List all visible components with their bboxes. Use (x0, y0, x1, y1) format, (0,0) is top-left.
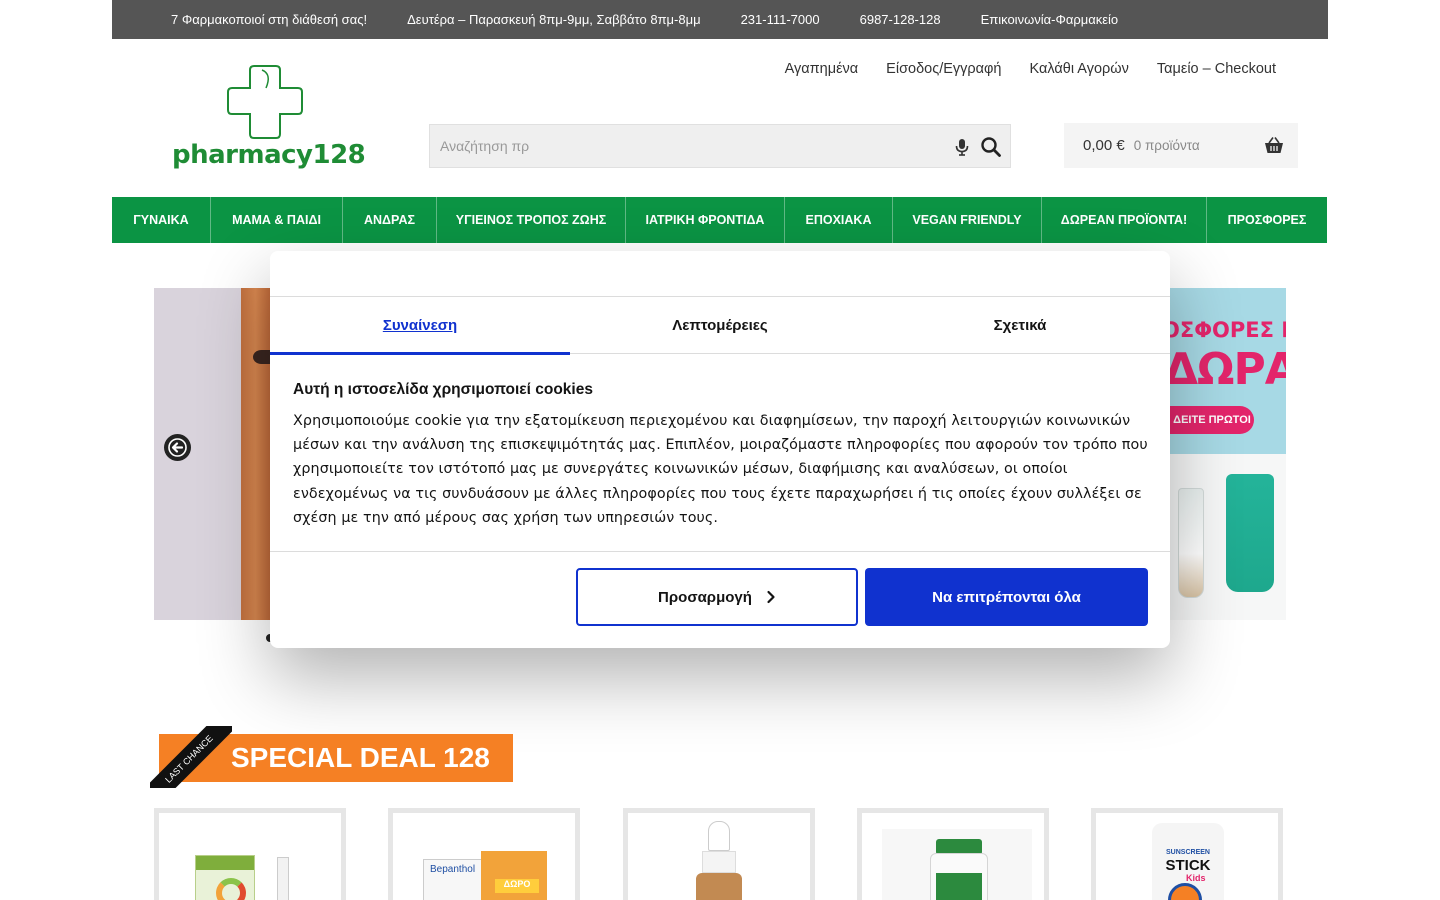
arrow-left-icon (168, 438, 187, 457)
product-label-line-1: SUNSCREEN (1166, 849, 1210, 856)
dropper-bulb (708, 821, 730, 851)
gift-badge: ΔΩΡΟ (495, 879, 539, 893)
opening-hours: Δευτέρα – Παρασκευή 8πμ-9μμ, Σαββάτο 8πμ… (407, 12, 701, 27)
cross-logo-icon (227, 65, 303, 139)
category-nav: ΓΥΝΑΙΚΑ ΜΑΜΑ & ΠΑΙΔΙ ΑΝΔΡΑΣ ΥΓΙΕΙΝΟΣ ΤΡΟ… (112, 197, 1327, 243)
dropper-neck (702, 851, 736, 873)
cart-amount: 0,00 € (1083, 137, 1125, 154)
nav-item-healthy-lifestyle[interactable]: ΥΓΙΕΙΝΟΣ ΤΡΟΠΟΣ ΖΩΗΣ (437, 197, 626, 243)
product-image (882, 829, 1032, 900)
product-image: Bepanthol ΔΩΡΟ (423, 851, 549, 900)
promo-see-first-button[interactable]: ΔΕΙΤΕ ΠΡΩΤΟΙ (1170, 406, 1254, 434)
chevron-right-icon (767, 590, 775, 604)
microphone-icon[interactable] (952, 137, 972, 157)
login-link[interactable]: Είσοδος/Εγγραφή (886, 61, 1001, 77)
product-card[interactable] (857, 808, 1049, 900)
logo-text: pharmacy128 (172, 140, 366, 170)
account-nav: Αγαπημένα Είσοδος/Εγγραφή Καλάθι Αγορών … (785, 61, 1276, 77)
product-box-header (196, 856, 254, 870)
jar-label (936, 873, 982, 900)
contact-link[interactable]: Επικοινωνία-Φαρμακείο (981, 12, 1119, 27)
promo-banner-gifts[interactable]: ΟΣΦΟΡΕΣ ΜΕ ΔΩΡΑ! ΔΕΙΤΕ ΠΡΩΤΟΙ (1170, 288, 1286, 454)
hero-slide-image (241, 288, 270, 620)
serum-bottle (696, 873, 742, 900)
nav-item-men[interactable]: ΑΝΔΡΑΣ (343, 197, 437, 243)
nav-item-women[interactable]: ΓΥΝΑΙΚΑ (112, 197, 211, 243)
search-bar (429, 124, 1011, 168)
product-brand: Bepanthol (430, 864, 476, 875)
product-image (696, 821, 742, 900)
product-card[interactable]: SUNSCREEN STICK Kids (1091, 808, 1283, 900)
spray-bottle-image (277, 857, 289, 900)
nav-item-offers[interactable]: ΠΡΟΣΦΟΡΕΣ (1207, 197, 1327, 243)
nav-item-medical-care[interactable]: ΙΑΤΡΙΚΗ ΦΡΟΝΤΙΔΑ (626, 197, 785, 243)
customize-button[interactable]: Προσαρμογή (576, 568, 858, 626)
pharmacists-info: 7 Φαρμακοποιοί στη διάθεσή σας! (171, 12, 368, 27)
tab-details[interactable]: Λεπτομέρειες (570, 297, 870, 354)
nav-item-vegan-friendly[interactable]: VEGAN FRIENDLY (893, 197, 1042, 243)
phone-link-2[interactable]: 6987-128-128 (860, 12, 941, 27)
nav-item-free-products[interactable]: ΔΩΡΕΑΝ ΠΡΟΪΟΝΤΑ! (1042, 197, 1207, 243)
hero-slide-eye (253, 350, 270, 364)
search-icon[interactable] (980, 136, 1002, 158)
product-tube-image (1226, 474, 1274, 592)
product-label-line-2: STICK (1165, 857, 1211, 874)
promo-line-1: ΟΣΦΟΡΕΣ ΜΕ (1170, 318, 1286, 342)
favorites-link[interactable]: Αγαπημένα (785, 61, 859, 77)
allow-all-button[interactable]: Να επιτρέπονται όλα (865, 568, 1148, 626)
mini-cart[interactable]: 0,00 € 0 προϊόντα (1064, 123, 1298, 168)
divider (270, 551, 1170, 552)
site-logo[interactable]: pharmacy128 (172, 64, 366, 174)
consent-tabs: Συναίνεση Λεπτομέρειες Σχετικά (270, 297, 1170, 355)
nav-item-mother-child[interactable]: ΜΑΜΑ & ΠΑΙΔΙ (211, 197, 343, 243)
cart-link[interactable]: Καλάθι Αγορών (1030, 61, 1129, 77)
consent-text: Χρησιμοποιούμε cookie για την εξατομίκευ… (293, 413, 1148, 526)
product-card[interactable]: Bepanthol ΔΩΡΟ (388, 808, 580, 900)
special-deal-title: SPECIAL DEAL 128 (231, 742, 490, 773)
search-input[interactable] (440, 138, 920, 154)
cookie-consent-dialog: Συναίνεση Λεπτομέρειες Σχετικά Αυτή η ισ… (270, 251, 1170, 648)
customize-label: Προσαρμογή (658, 588, 752, 606)
nav-item-seasonal[interactable]: ΕΠΟΧΙΑΚΑ (785, 197, 893, 243)
slider-prev-button[interactable] (164, 434, 191, 461)
last-chance-label: LAST CHANCE (150, 726, 232, 788)
product-card[interactable] (154, 808, 346, 900)
tab-consent[interactable]: Συναίνεση (270, 297, 570, 355)
checkout-link[interactable]: Ταμείο – Checkout (1157, 61, 1276, 77)
phone-link-1[interactable]: 231-111-7000 (741, 12, 820, 27)
product-label-line-3: Kids (1186, 873, 1206, 883)
last-chance-ribbon: LAST CHANCE (150, 726, 232, 788)
product-image (195, 855, 255, 900)
cart-count: 0 προϊόντα (1133, 138, 1200, 153)
product-image: SUNSCREEN STICK Kids (1152, 823, 1224, 900)
mascot-graphic (1168, 883, 1202, 900)
product-graphic (216, 878, 246, 900)
basket-icon (1265, 137, 1283, 153)
product-card[interactable] (623, 808, 815, 900)
promo-line-2: ΔΩΡΑ! (1170, 344, 1286, 395)
product-tube-image (1178, 488, 1204, 598)
top-info-bar: 7 Φαρμακοποιοί στη διάθεσή σας! Δευτέρα … (112, 0, 1328, 39)
consent-title: Αυτή η ιστοσελίδα χρησιμοποιεί cookies (293, 381, 593, 398)
tab-about[interactable]: Σχετικά (870, 297, 1170, 354)
page: 7 Φαρμακοποιοί στη διάθεσή σας! Δευτέρα … (0, 0, 1440, 900)
promo-banner-bioderma[interactable] (1170, 454, 1286, 620)
